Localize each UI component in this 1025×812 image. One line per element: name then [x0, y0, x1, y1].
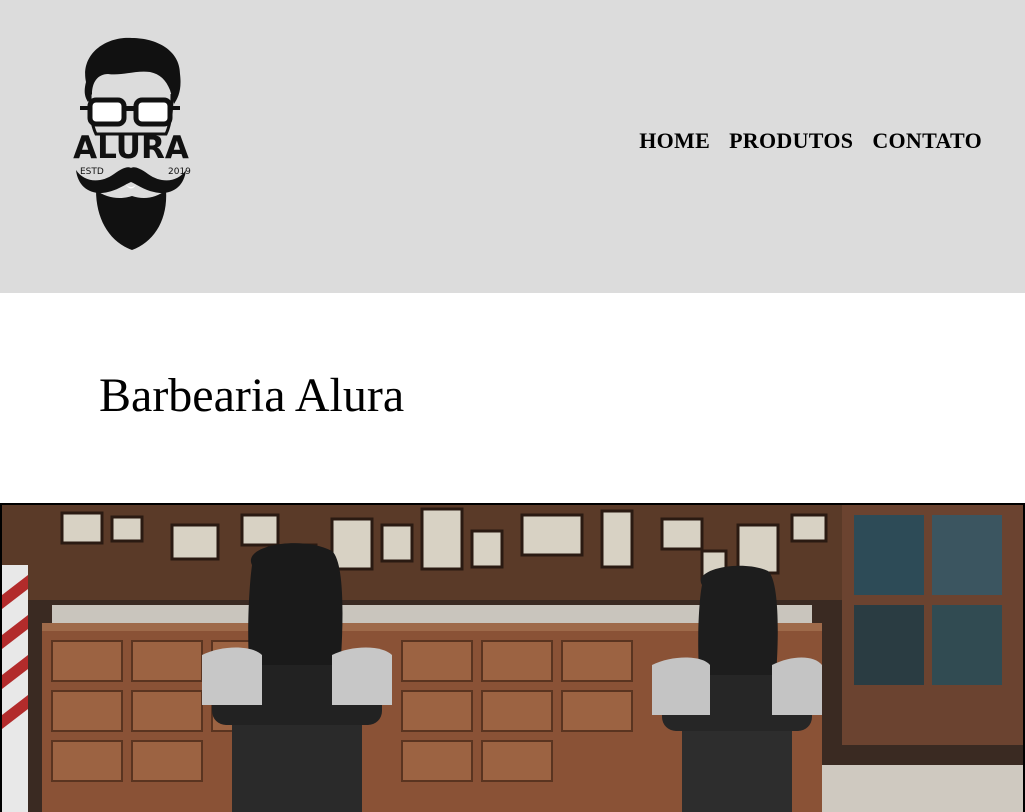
site-header: ALURA ESTD 2019 HOME PRODUTOS CONTATO [0, 0, 1025, 293]
main-nav: HOME PRODUTOS CONTATO [639, 128, 982, 154]
nav-contato-link[interactable]: CONTATO [872, 128, 982, 154]
svg-text:ESTD: ESTD [80, 167, 104, 177]
page-title: Barbearia Alura [99, 369, 405, 422]
svg-text:2019: 2019 [168, 167, 191, 177]
nav-home-link[interactable]: HOME [639, 128, 710, 154]
nav-produtos-link[interactable]: PRODUTOS [729, 128, 853, 154]
barbershop-hero-image [0, 503, 1025, 812]
bearded-man-logo-icon: ALURA ESTD 2019 [73, 37, 191, 250]
barbershop-photo-illustration [2, 505, 1023, 812]
alura-logo[interactable]: ALURA ESTD 2019 [66, 34, 196, 256]
svg-text:ALURA: ALURA [73, 130, 189, 166]
